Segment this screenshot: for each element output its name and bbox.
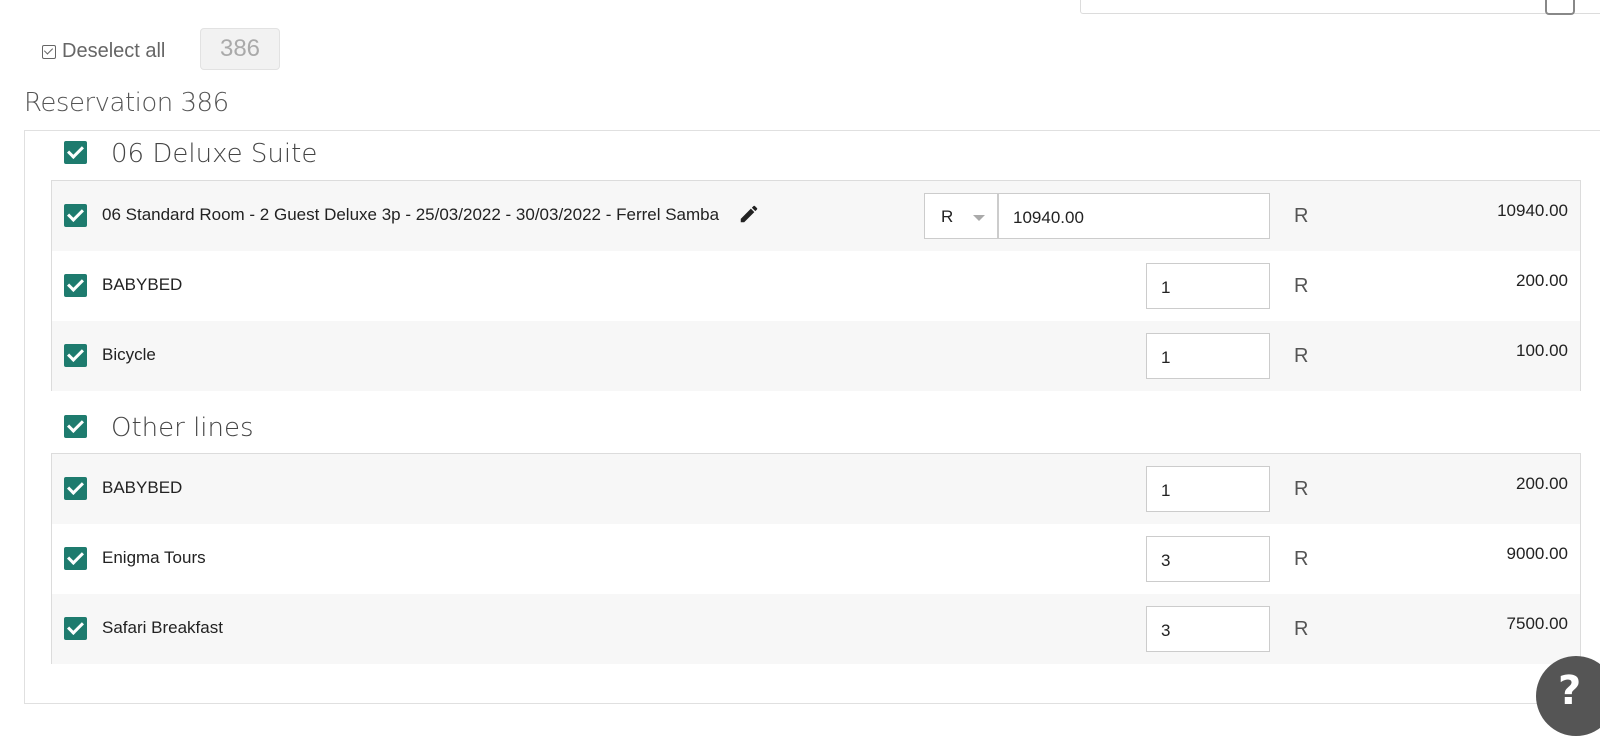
line-row: BABYBED 1 R 200.00 [52, 454, 1580, 524]
group-lines-deluxe-suite: 06 Standard Room - 2 Guest Deluxe 3p - 2… [51, 180, 1581, 391]
line-label: Enigma Tours [102, 548, 206, 567]
quantity-input[interactable]: 1 [1146, 333, 1270, 379]
reservation-title: Reservation 386 [24, 88, 229, 118]
line-label: BABYBED [102, 478, 183, 497]
group-checkbox-deluxe-suite[interactable] [64, 141, 87, 164]
edit-pencil-icon[interactable] [738, 203, 760, 225]
checkbox-outline-icon [42, 44, 56, 59]
line-checkbox[interactable] [64, 547, 87, 570]
quantity-input[interactable]: 3 [1146, 606, 1270, 652]
line-checkbox[interactable] [64, 477, 87, 500]
quantity-input[interactable]: 3 [1146, 536, 1270, 582]
currency-label: R [1294, 618, 1309, 640]
line-row: Safari Breakfast 3 R 7500.00 [52, 594, 1580, 664]
group-lines-other: BABYBED 1 R 200.00 Enigma Tours 3 R 9000… [51, 453, 1581, 664]
line-row: Enigma Tours 3 R 9000.00 [52, 524, 1580, 594]
currency-label: R [1294, 548, 1309, 570]
dropdown-icon [1545, 0, 1575, 15]
group-title: Other lines [111, 413, 254, 443]
line-label: BABYBED [102, 275, 183, 294]
currency-label: R [1294, 275, 1309, 297]
line-amount: 9000.00 [1506, 544, 1568, 563]
line-checkbox[interactable] [64, 204, 87, 227]
top-select-field[interactable] [1080, 0, 1600, 15]
line-row: 06 Standard Room - 2 Guest Deluxe 3p - 2… [52, 181, 1580, 251]
line-amount: 200.00 [1516, 271, 1568, 290]
quantity-input[interactable]: 1 [1146, 466, 1270, 512]
currency-select[interactable]: R [924, 193, 998, 239]
deselect-all-toggle[interactable]: Deselect all [42, 40, 165, 63]
chevron-down-icon [973, 215, 985, 221]
help-button[interactable]: ? [1536, 656, 1600, 736]
line-label: 06 Standard Room - 2 Guest Deluxe 3p - 2… [102, 205, 720, 224]
line-amount: 10940.00 [1497, 201, 1568, 220]
line-row: BABYBED 1 R 200.00 [52, 251, 1580, 321]
currency-label: R [1294, 478, 1309, 500]
line-checkbox[interactable] [64, 274, 87, 297]
line-label: Bicycle [102, 345, 156, 364]
price-input[interactable]: 10940.00 [998, 193, 1270, 239]
reservation-count-badge: 386 [200, 28, 280, 70]
line-amount: 100.00 [1516, 341, 1568, 360]
currency-select-value: R [941, 207, 954, 226]
line-checkbox[interactable] [64, 617, 87, 640]
currency-label: R [1294, 345, 1309, 367]
line-amount: 7500.00 [1506, 614, 1568, 633]
line-checkbox[interactable] [64, 344, 87, 367]
group-checkbox-other-lines[interactable] [64, 415, 87, 438]
currency-label: R [1294, 205, 1309, 227]
deselect-all-label: Deselect all [62, 40, 166, 62]
question-icon: ? [1558, 668, 1582, 714]
line-row: Bicycle 1 R 100.00 [52, 321, 1580, 391]
line-amount: 200.00 [1516, 474, 1568, 493]
group-title: 06 Deluxe Suite [111, 139, 318, 169]
line-label: Safari Breakfast [102, 618, 223, 637]
quantity-input[interactable]: 1 [1146, 263, 1270, 309]
